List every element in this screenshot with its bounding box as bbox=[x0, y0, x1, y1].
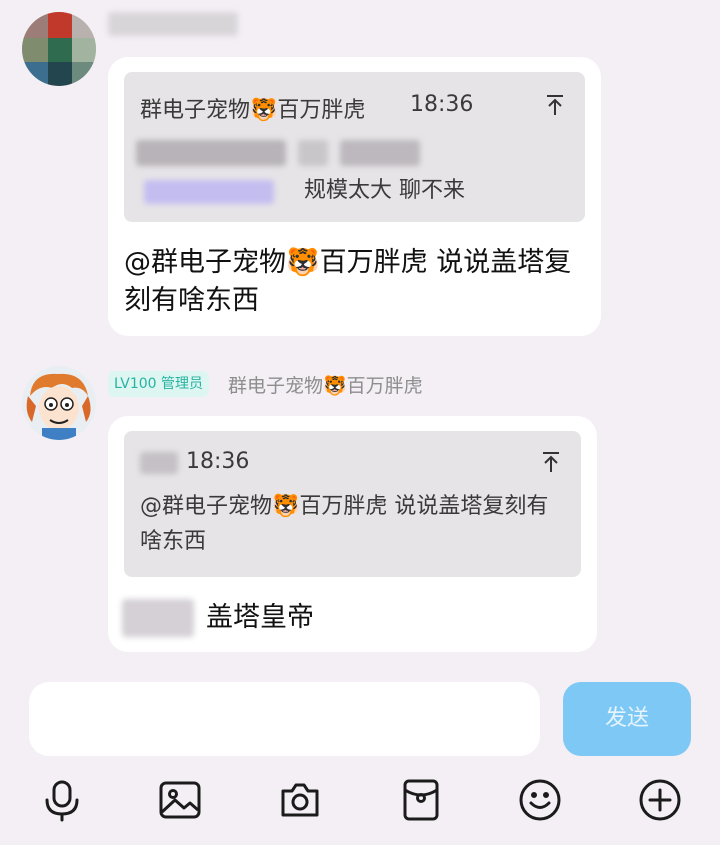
quoted-mention-redacted bbox=[144, 180, 274, 204]
quoted-time: 18:36 bbox=[186, 449, 250, 474]
quoted-text-redacted bbox=[340, 140, 420, 166]
camera-icon[interactable] bbox=[278, 778, 322, 822]
red-packet-icon[interactable] bbox=[399, 778, 443, 822]
plus-icon[interactable] bbox=[638, 778, 682, 822]
emoji-icon[interactable] bbox=[518, 778, 562, 822]
quoted-text: @群电子宠物🐯百万胖虎 说说盖塔复刻有啥东西 bbox=[140, 494, 549, 554]
quoted-sender: 群电子宠物🐯百万胖虎 bbox=[140, 98, 366, 123]
sender-nickname[interactable]: 群电子宠物🐯百万胖虎 bbox=[228, 371, 423, 398]
quoted-text: 规模太大 聊不来 bbox=[304, 178, 465, 203]
jump-to-original-icon[interactable] bbox=[543, 93, 567, 117]
quoted-message[interactable]: 18:36 @群电子宠物🐯百万胖虎 说说盖塔复刻有啥东西 bbox=[124, 431, 581, 577]
message-text: 盖塔皇帝 bbox=[206, 602, 314, 633]
quoted-text-redacted bbox=[298, 140, 328, 166]
sender-avatar-cartoon[interactable] bbox=[22, 366, 96, 440]
message-text: @群电子宠物🐯百万胖虎 说说盖塔复刻有啥东西 bbox=[124, 247, 572, 316]
sender-name-redacted bbox=[108, 12, 238, 36]
sender-avatar-pixelated[interactable] bbox=[22, 12, 96, 86]
microphone-icon[interactable] bbox=[40, 778, 84, 822]
jump-to-original-icon[interactable] bbox=[539, 450, 563, 474]
quoted-text-redacted bbox=[136, 140, 286, 166]
level-badge: LV100 管理员 bbox=[108, 371, 210, 397]
quoted-message[interactable]: 群电子宠物🐯百万胖虎 18:36 规模太大 聊不来 bbox=[124, 72, 585, 222]
message-bubble-1[interactable]: 群电子宠物🐯百万胖虎 18:36 规模太大 聊不来 @群电子宠物🐯百万胖虎 说说… bbox=[108, 57, 601, 336]
quoted-time: 18:36 bbox=[410, 92, 474, 117]
image-icon[interactable] bbox=[158, 778, 202, 822]
quoted-sender-redacted bbox=[140, 452, 178, 474]
mention-redacted bbox=[122, 599, 194, 637]
message-bubble-2[interactable]: 18:36 @群电子宠物🐯百万胖虎 说说盖塔复刻有啥东西 盖塔皇帝 bbox=[108, 416, 597, 652]
message-input[interactable] bbox=[29, 682, 540, 756]
send-button[interactable]: 发送 bbox=[563, 682, 691, 756]
